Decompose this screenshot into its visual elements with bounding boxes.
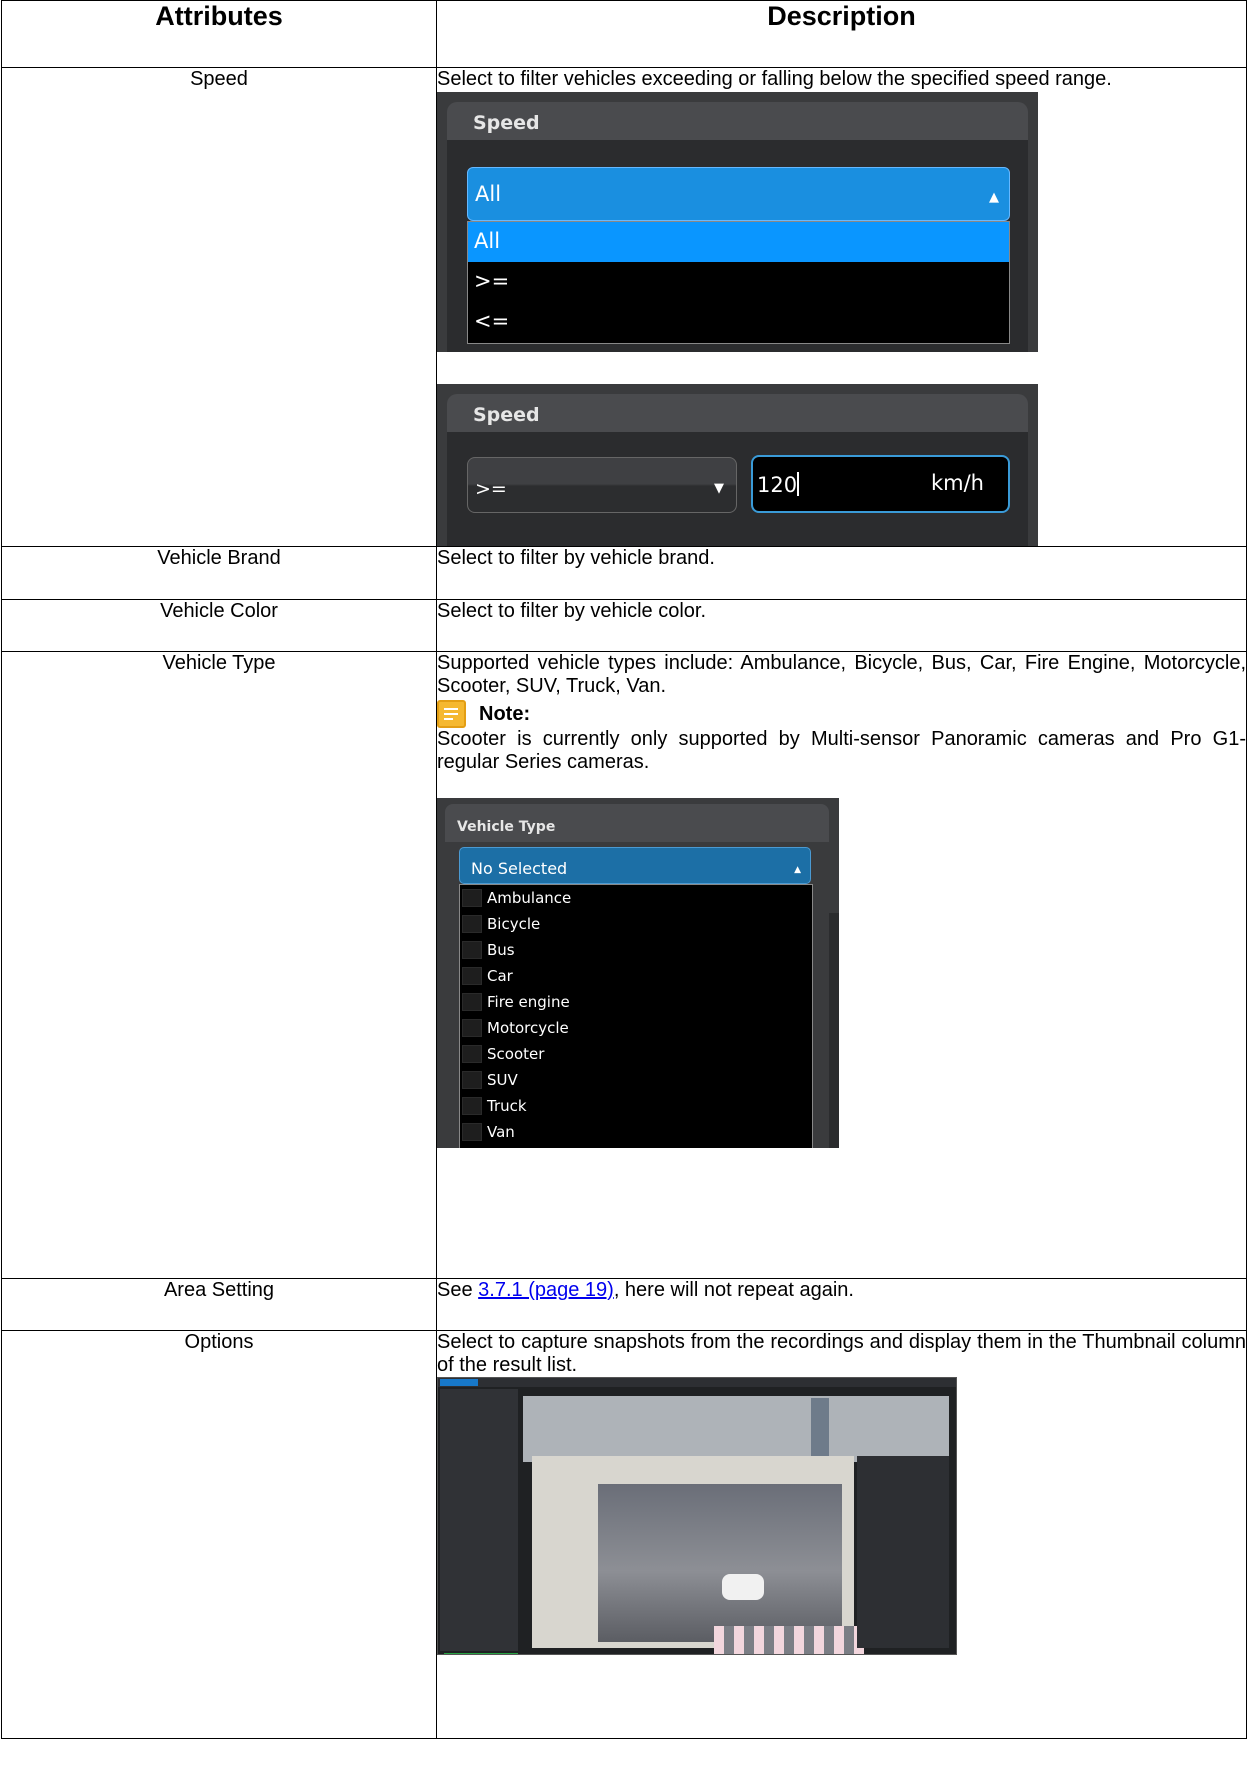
option-label: Truck bbox=[487, 1096, 527, 1115]
vehicle-type-option[interactable]: Motorcycle bbox=[460, 1015, 812, 1041]
vehicle-type-description: Supported vehicle types include: Ambulan… bbox=[436, 651, 1247, 1279]
speed-operator-select[interactable]: >= ▼ bbox=[467, 457, 737, 513]
filter-sidebar bbox=[440, 1389, 518, 1654]
vehicle-type-option[interactable]: Truck bbox=[460, 1093, 812, 1119]
video-player bbox=[532, 1456, 864, 1654]
vehicle-type-option[interactable]: Van bbox=[460, 1119, 812, 1145]
vehicle-type-option[interactable]: Bicycle bbox=[460, 911, 812, 937]
area-attribute: Area Setting bbox=[1, 1278, 437, 1331]
thumbnail-column bbox=[811, 1398, 829, 1456]
speed-panel2-title: Speed bbox=[447, 394, 1028, 432]
color-description: Select to filter by vehicle color. bbox=[436, 599, 1247, 652]
chevron-down-icon: ▼ bbox=[714, 481, 724, 496]
speed-value-screenshot: Speed >= ▼ 120 km/h bbox=[437, 384, 1038, 546]
vehicle-type-panel-title: Vehicle Type bbox=[445, 804, 829, 842]
area-text-before: See bbox=[437, 1279, 479, 1301]
chevron-up-icon: ▲ bbox=[794, 865, 801, 875]
area-text-after: , here will not repeat again. bbox=[613, 1279, 854, 1301]
speed-option-gte[interactable]: >= bbox=[468, 262, 1009, 302]
brand-description: Select to filter by vehicle brand. bbox=[436, 546, 1247, 600]
checkbox-icon[interactable] bbox=[462, 889, 482, 907]
note-heading: Note: bbox=[437, 700, 1246, 728]
text-cursor bbox=[797, 472, 800, 496]
checkbox-icon[interactable] bbox=[462, 993, 482, 1011]
checkbox-icon[interactable] bbox=[462, 915, 482, 933]
checkbox-icon[interactable] bbox=[462, 941, 482, 959]
options-attribute: Options bbox=[1, 1330, 437, 1739]
speed-option-all[interactable]: All bbox=[468, 222, 1009, 262]
speed-option-lte[interactable]: <= bbox=[468, 302, 1009, 342]
vehicle-type-option[interactable]: Scooter bbox=[460, 1041, 812, 1067]
option-label: Bicycle bbox=[487, 914, 541, 933]
area-description: See 3.7.1 (page 19), here will not repea… bbox=[436, 1278, 1247, 1331]
ptz-panel bbox=[857, 1456, 949, 1648]
chevron-up-icon: ▲ bbox=[989, 190, 999, 205]
speed-select-value: All bbox=[475, 182, 502, 206]
app-tab bbox=[440, 1379, 478, 1386]
option-label: SUV bbox=[487, 1070, 518, 1089]
option-label: Van bbox=[487, 1122, 515, 1141]
speed-select[interactable]: All ▲ bbox=[467, 167, 1010, 221]
option-label: Car bbox=[487, 966, 513, 985]
options-description: Select to capture snapshots from the rec… bbox=[436, 1330, 1247, 1739]
note-label: Note: bbox=[479, 702, 531, 725]
panel-edge bbox=[829, 913, 839, 1148]
checkbox-icon[interactable] bbox=[462, 1019, 482, 1037]
checkbox-icon[interactable] bbox=[462, 1123, 482, 1141]
vehicle-type-option[interactable]: SUV bbox=[460, 1067, 812, 1093]
brand-attribute: Vehicle Brand bbox=[1, 546, 437, 600]
generate-button bbox=[444, 1653, 518, 1654]
speed-options-list: All >= <= bbox=[467, 221, 1010, 344]
app-tab-bar bbox=[438, 1378, 956, 1387]
vehicle-type-option[interactable]: Ambulance bbox=[460, 885, 812, 911]
attributes-header: Attributes bbox=[1, 0, 437, 68]
options-text: Select to capture snapshots from the rec… bbox=[437, 1331, 1246, 1376]
car-image bbox=[722, 1574, 764, 1600]
note-icon bbox=[437, 700, 466, 728]
speed-operator-value: >= bbox=[475, 478, 507, 500]
options-screenshot bbox=[437, 1377, 957, 1655]
vehicle-type-options-list: Ambulance Bicycle Bus Car Fire engine Mo… bbox=[459, 884, 813, 1148]
color-attribute: Vehicle Color bbox=[1, 599, 437, 652]
option-label: Scooter bbox=[487, 1044, 545, 1063]
checkbox-icon[interactable] bbox=[462, 967, 482, 985]
option-label: Motorcycle bbox=[487, 1018, 569, 1037]
vehicle-type-attribute: Vehicle Type bbox=[1, 651, 437, 1279]
option-label: Ambulance bbox=[487, 888, 572, 907]
street-scene bbox=[598, 1484, 864, 1654]
vehicle-type-select-value: No Selected bbox=[471, 859, 568, 878]
speed-description: Select to filter vehicles exceeding or f… bbox=[436, 67, 1247, 547]
checkbox-icon[interactable] bbox=[462, 1045, 482, 1063]
speed-value-input[interactable]: 120 km/h bbox=[751, 455, 1010, 513]
vehicle-type-option[interactable]: Car bbox=[460, 963, 812, 989]
vehicle-type-select[interactable]: No Selected ▲ bbox=[459, 847, 811, 884]
speed-text: Select to filter vehicles exceeding or f… bbox=[437, 68, 1112, 90]
checkbox-icon[interactable] bbox=[462, 1097, 482, 1115]
description-header: Description bbox=[436, 0, 1247, 68]
speed-panel-title: Speed bbox=[447, 102, 1028, 140]
area-section-link[interactable]: 3.7.1 (page 19) bbox=[478, 1279, 614, 1301]
speed-attribute: Speed bbox=[1, 67, 437, 547]
vehicle-type-screenshot: Vehicle Type No Selected ▲ Ambulance Bic… bbox=[437, 798, 839, 1148]
attributes-table: Attributes Description Speed Select to f… bbox=[1, 0, 1247, 1739]
option-label: Bus bbox=[487, 940, 515, 959]
speed-dropdown-screenshot: Speed All ▲ All >= <= bbox=[437, 92, 1038, 352]
checkbox-icon[interactable] bbox=[462, 1071, 482, 1089]
speed-unit: km/h bbox=[930, 471, 984, 495]
note-text: Scooter is currently only supported by M… bbox=[437, 728, 1246, 773]
vehicle-type-text: Supported vehicle types include: Ambulan… bbox=[437, 652, 1246, 697]
crosswalk-image bbox=[714, 1626, 864, 1654]
speed-value-text: 120 bbox=[757, 473, 798, 497]
vehicle-type-option[interactable]: Bus bbox=[460, 937, 812, 963]
result-list bbox=[523, 1396, 949, 1462]
option-label: Fire engine bbox=[487, 992, 570, 1011]
vehicle-type-option[interactable]: Fire engine bbox=[460, 989, 812, 1015]
